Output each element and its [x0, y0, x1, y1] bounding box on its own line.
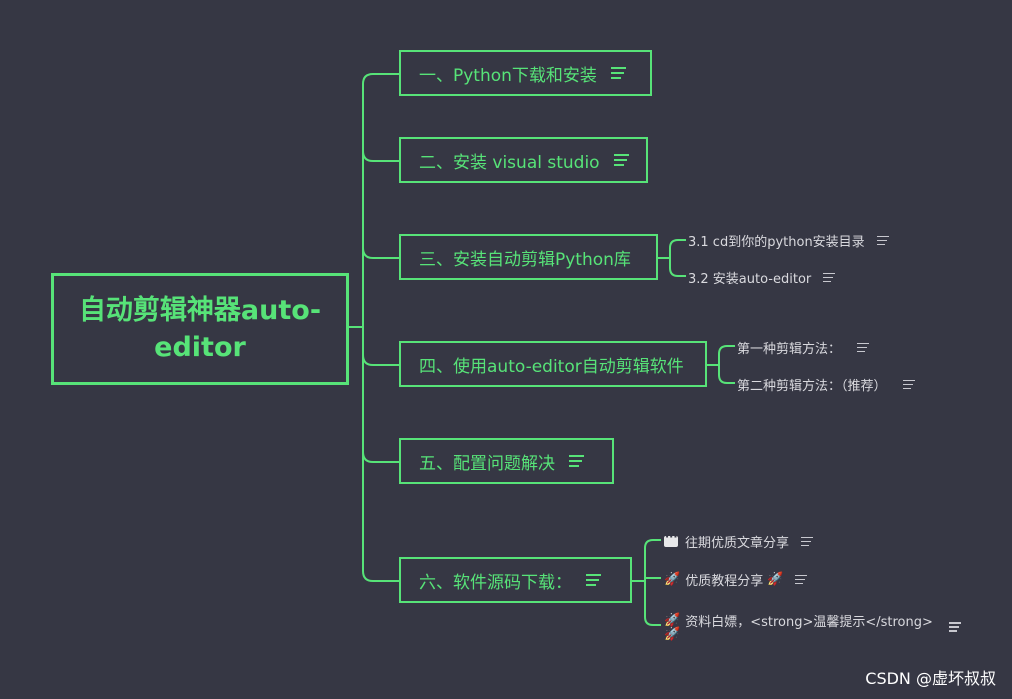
notes-icon[interactable] — [569, 455, 584, 467]
notes-icon[interactable] — [586, 574, 601, 586]
rocket-icon: 🚀 — [664, 572, 681, 587]
branch-python-install[interactable]: 一、Python下载和安装 — [399, 50, 652, 96]
leaf-edit-method-1[interactable]: 第一种剪辑方法： — [737, 338, 870, 357]
leaf-label: 第二种剪辑方法：（推荐） — [737, 379, 887, 394]
leaf-cd-python-dir[interactable]: 3.1 cd到你的python安装目录 — [688, 231, 889, 250]
branch-label: 六、软件源码下载： — [419, 572, 572, 593]
leaf-install-auto-editor[interactable]: 3.2 安装auto-editor — [688, 268, 836, 287]
rocket-icon: 🚀 — [664, 612, 681, 628]
notes-icon[interactable] — [795, 574, 808, 585]
leaf-label: 3.2 安装auto-editor — [688, 272, 812, 287]
branch-label: 四、使用auto-editor自动剪辑软件 — [419, 356, 684, 377]
leaf-past-articles[interactable]: 往期优质文章分享 — [664, 530, 814, 551]
mindmap-canvas: 自动剪辑神器auto-editor 一、Python下载和安装 二、安装 vis… — [0, 0, 1012, 699]
notes-icon[interactable] — [902, 379, 915, 390]
branch-source-download[interactable]: 六、软件源码下载： — [399, 557, 632, 603]
leaf-free-materials[interactable]: 🚀 资料白嫖，<strong>温馨提示</strong> — [664, 608, 961, 632]
notes-icon[interactable] — [613, 154, 629, 166]
notes-icon[interactable] — [857, 342, 870, 353]
notes-icon[interactable] — [948, 622, 961, 632]
leaf-edit-method-2[interactable]: 第二种剪辑方法：（推荐） — [737, 375, 915, 394]
branch-label: 三、安装自动剪辑Python库 — [419, 249, 631, 270]
branch-label: 二、安装 visual studio — [419, 152, 600, 173]
root-title: 自动剪辑神器auto-editor — [78, 295, 322, 363]
rocket-icon: 🚀 — [664, 627, 681, 642]
branch-use-auto-editor[interactable]: 四、使用auto-editor自动剪辑软件 — [399, 341, 707, 387]
leaf-label: 优质教程分享 — [685, 574, 764, 589]
branch-visual-studio[interactable]: 二、安装 visual studio — [399, 137, 648, 183]
notes-icon[interactable] — [876, 235, 889, 246]
leaf-label: 资料白嫖，<strong>温馨提示</strong> — [685, 614, 933, 630]
leaf-label: 第一种剪辑方法： — [737, 342, 842, 357]
speech-bubble-icon — [664, 530, 678, 547]
branch-label: 一、Python下载和安装 — [419, 65, 597, 86]
branch-install-library[interactable]: 三、安装自动剪辑Python库 — [399, 234, 658, 280]
notes-icon[interactable] — [610, 67, 626, 79]
leaf-label: 往期优质文章分享 — [685, 536, 790, 551]
watermark-text: CSDN @虚坏叔叔 — [865, 669, 996, 688]
branch-config-issues[interactable]: 五、配置问题解决 — [399, 438, 614, 484]
leaf-label: 3.1 cd到你的python安装目录 — [688, 235, 865, 250]
root-node[interactable]: 自动剪辑神器auto-editor — [51, 273, 349, 385]
notes-icon[interactable] — [801, 536, 814, 547]
notes-icon[interactable] — [823, 272, 836, 283]
leaf-quality-tutorials[interactable]: 🚀 优质教程分享 🚀 — [664, 570, 808, 589]
rocket-icon: 🚀 — [767, 572, 784, 587]
branch-label: 五、配置问题解决 — [419, 453, 555, 474]
